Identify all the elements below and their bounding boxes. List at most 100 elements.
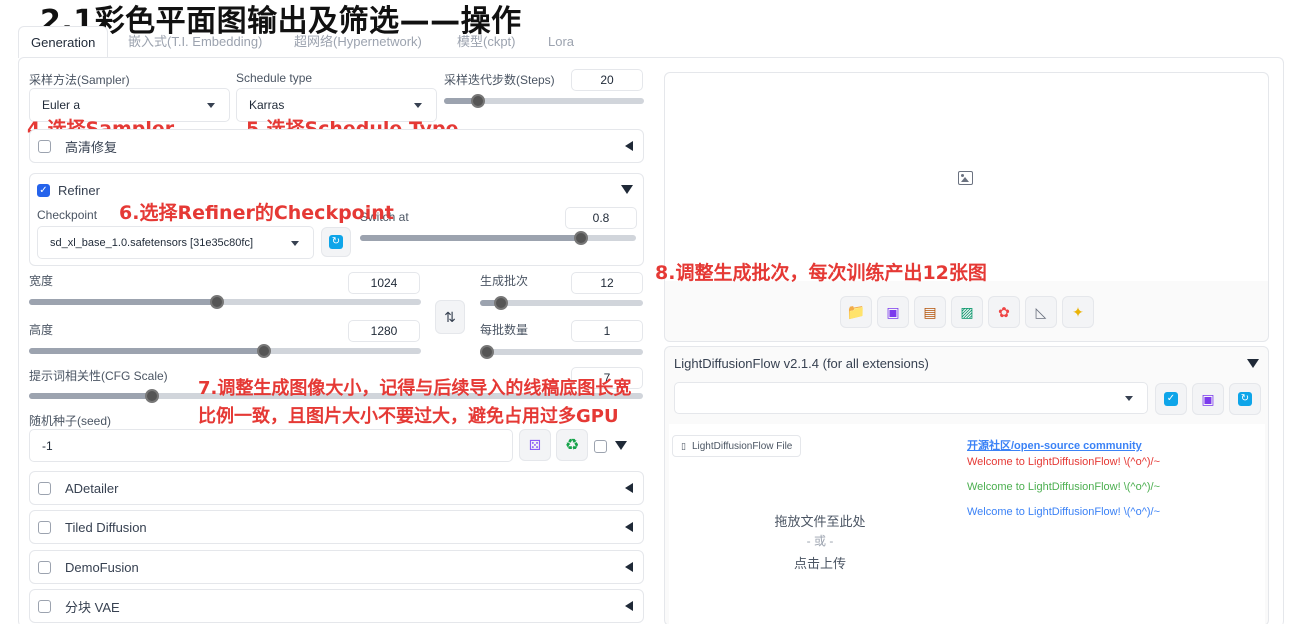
refresh-checkpoint-button[interactable]: ↻: [321, 227, 351, 257]
hires-fix-label: 高清修复: [65, 139, 118, 155]
welcome-text-green: Welcome to LightDiffusionFlow! \(^o^)/~: [967, 481, 1161, 493]
collapse-arrow-icon[interactable]: [625, 483, 633, 493]
save-icon: ▣: [1201, 390, 1215, 407]
steps-slider-thumb[interactable]: [471, 94, 485, 108]
hires-fix-accordion[interactable]: 高清修复: [29, 129, 644, 163]
chevron-down-icon: [207, 103, 215, 108]
hires-fix-checkbox[interactable]: [38, 139, 51, 153]
seed-value: -1: [42, 438, 53, 453]
accordion-label: Tiled Diffusion: [65, 519, 147, 535]
ldf-title: LightDiffusionFlow v2.1.4 (for all exten…: [674, 356, 929, 371]
width-slider[interactable]: [29, 295, 421, 309]
check-icon: ✓: [1164, 392, 1178, 406]
seed-expand-arrow-icon[interactable]: [615, 441, 627, 450]
community-link[interactable]: 开源社区/open-source community: [967, 437, 1142, 453]
collapse-arrow-icon[interactable]: [625, 601, 633, 611]
swap-dimensions-button[interactable]: ⇅: [435, 300, 465, 334]
tiled-vae-checkbox[interactable]: [38, 599, 51, 613]
batch-count-input[interactable]: 12: [571, 272, 643, 294]
height-slider-thumb[interactable]: [257, 344, 272, 358]
palette-icon[interactable]: ✿: [988, 296, 1020, 328]
accordion-adetailer[interactable]: ADetailer: [29, 471, 644, 505]
image-placeholder-icon: [958, 171, 973, 185]
seed-extra-checkbox[interactable]: [594, 440, 607, 453]
batch-size-input[interactable]: 1: [571, 320, 643, 342]
refiner-checkbox[interactable]: ✓: [37, 184, 50, 197]
image-icon[interactable]: ▨: [951, 296, 983, 328]
tab-checkpoint[interactable]: 模型(ckpt): [455, 26, 518, 58]
seed-label: 随机种子(seed): [29, 414, 112, 428]
annotation-select-refiner: 6.选择Refiner的Checkpoint: [119, 202, 394, 224]
drop-or-text: - 或 -: [806, 534, 834, 548]
tab-generation[interactable]: Generation: [18, 26, 109, 58]
switch-at-slider-thumb[interactable]: [573, 231, 588, 245]
ldf-save-button[interactable]: ▣: [1192, 383, 1224, 415]
steps-input[interactable]: 20: [571, 69, 643, 91]
save-icon[interactable]: ▣: [877, 296, 909, 328]
tab-hypernetwork[interactable]: 超网络(Hypernetwork): [292, 26, 424, 58]
switch-at-slider[interactable]: [360, 231, 636, 245]
ldf-file-label: LightDiffusionFlow File: [691, 440, 793, 452]
accordion-tiled-diffusion[interactable]: Tiled Diffusion: [29, 510, 644, 544]
accordion-label: DemoFusion: [65, 559, 139, 575]
width-slider-thumb[interactable]: [210, 295, 225, 309]
tiled-diffusion-checkbox[interactable]: [38, 520, 51, 534]
zip-icon[interactable]: ▤: [914, 296, 946, 328]
batch-count-slider[interactable]: [480, 296, 643, 310]
refresh-icon: ↻: [1238, 392, 1252, 406]
ldf-import-button[interactable]: ✓: [1155, 383, 1187, 415]
dice-icon: ⚄: [528, 436, 542, 453]
page-title: 2.1彩色平面图输出及筛选——操作: [40, 4, 522, 39]
height-input[interactable]: 1280: [348, 320, 420, 342]
demofusion-checkbox[interactable]: [38, 560, 51, 574]
width-label: 宽度: [29, 274, 54, 288]
accordion-demofusion[interactable]: DemoFusion: [29, 550, 644, 584]
steps-slider[interactable]: [444, 94, 644, 108]
reuse-seed-button[interactable]: ♻: [556, 429, 588, 461]
ldf-select-dropdown[interactable]: [674, 382, 1148, 414]
sampler-label: 采样方法(Sampler): [29, 73, 130, 87]
collapse-arrow-icon[interactable]: [625, 562, 633, 572]
refiner-checkpoint-dropdown[interactable]: sd_xl_base_1.0.safetensors [31e35c80fc]: [37, 226, 314, 259]
refiner-checkpoint-label: Checkpoint: [37, 208, 98, 222]
ruler-icon[interactable]: ◺: [1025, 296, 1057, 328]
swap-icon: ⇅: [444, 308, 456, 325]
cfg-slider-thumb[interactable]: [144, 389, 159, 403]
tab-lora[interactable]: Lora: [546, 26, 576, 58]
batch-size-label: 每批数量: [480, 323, 529, 337]
collapse-arrow-icon[interactable]: [625, 141, 633, 151]
cfg-label: 提示词相关性(CFG Scale): [29, 369, 168, 383]
collapse-arrow-icon[interactable]: [625, 522, 633, 532]
refresh-icon: ↻: [329, 235, 343, 249]
schedule-label: Schedule type: [236, 71, 313, 85]
random-seed-button[interactable]: ⚄: [519, 429, 551, 461]
batch-count-slider-thumb[interactable]: [494, 296, 509, 310]
expand-arrow-icon[interactable]: [621, 185, 633, 194]
ldf-refresh-button[interactable]: ↻: [1229, 383, 1261, 415]
click-upload-text: 点击上传: [793, 556, 846, 571]
batch-size-slider-thumb[interactable]: [480, 345, 494, 359]
chevron-down-icon: [1125, 396, 1133, 401]
ldf-expand-arrow-icon[interactable]: [1247, 359, 1259, 368]
sparkle-icon[interactable]: ✦: [1062, 296, 1094, 328]
batch-size-slider[interactable]: [480, 345, 643, 359]
annotation-batch-count: 8.调整生成批次，每次训练产出12张图: [655, 262, 987, 284]
sampler-value: Euler a: [42, 98, 81, 112]
adetailer-checkbox[interactable]: [38, 481, 51, 495]
chevron-down-icon: [291, 240, 299, 246]
drop-file-text: 拖放文件至此处: [774, 514, 866, 529]
refiner-label: Refiner: [58, 183, 100, 198]
chevron-down-icon: [414, 103, 422, 108]
tab-embedding[interactable]: 嵌入式(T.I. Embedding): [126, 26, 264, 58]
switch-at-input[interactable]: 0.8: [565, 207, 637, 229]
welcome-text-blue: Welcome to LightDiffusionFlow! \(^o^)/~: [967, 506, 1161, 518]
welcome-text-red: Welcome to LightDiffusionFlow! \(^o^)/~: [967, 456, 1161, 468]
width-input[interactable]: 1024: [348, 272, 420, 294]
folder-icon[interactable]: 📁: [840, 296, 872, 328]
annotation-image-size-line1: 7.调整生成图像大小，记得与后续导入的线稿底图长宽: [198, 378, 632, 399]
ldf-file-label-box: ▯ LightDiffusionFlow File: [672, 435, 802, 457]
seed-input[interactable]: -1: [29, 429, 513, 462]
accordion-tiled-vae[interactable]: 分块 VAE: [29, 589, 644, 623]
file-icon: ▯: [681, 440, 686, 451]
height-slider[interactable]: [29, 344, 421, 358]
